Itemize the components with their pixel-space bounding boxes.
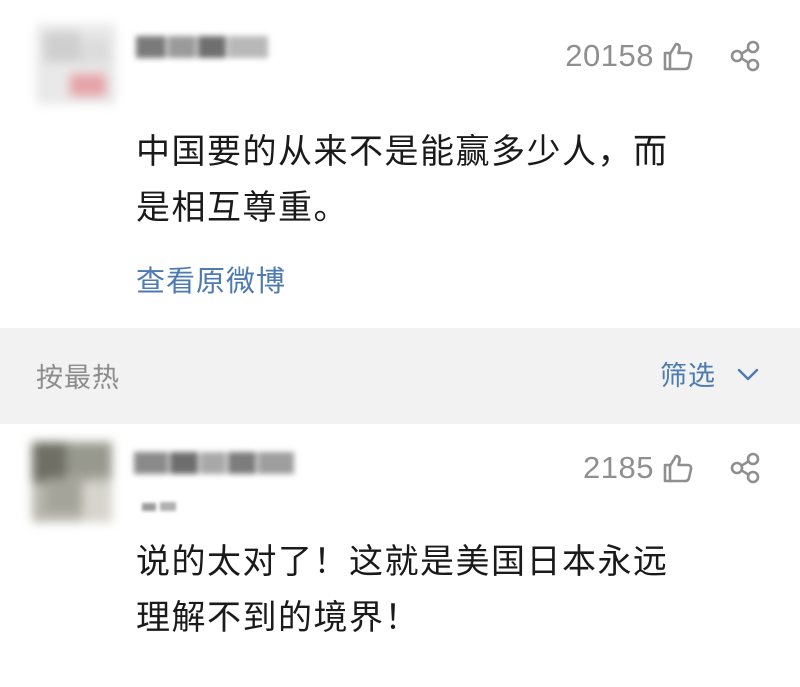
sort-bar: 按最热 筛选 (0, 328, 800, 424)
share-icon[interactable] (728, 39, 762, 73)
comment-text-line: 是相互尊重。 (136, 188, 349, 228)
sort-by-hot-label[interactable]: 按最热 (36, 356, 120, 395)
comment-meta: 2185 (583, 450, 762, 486)
comment-card-2: 2185 说的太对了！这就是美国日本永远 理解不到的境界！ (0, 424, 800, 687)
comment-text-line: 中国要的从来不是能赢多少人，而 (136, 132, 669, 172)
filter-label: 筛选 (660, 361, 716, 392)
comment-text-line: 说的太对了！这就是美国日本永远 (136, 542, 669, 582)
thumbs-up-icon[interactable] (662, 40, 694, 72)
like-count: 20158 (565, 38, 654, 73)
like-count: 2185 (583, 450, 654, 485)
comment-meta: 20158 (565, 38, 762, 74)
comment-text: 说的太对了！这就是美国日本永远 理解不到的境界！ (136, 534, 756, 646)
username[interactable] (136, 36, 268, 58)
comment-text: 中国要的从来不是能赢多少人，而 是相互尊重。 (136, 124, 756, 236)
thumbs-up-icon[interactable] (662, 452, 694, 484)
username[interactable] (134, 452, 294, 474)
share-icon[interactable] (728, 451, 762, 485)
comment-feed: 20158 中国要的从来不是能赢多少人，而 是相互尊重。 查看原微博 按最热 筛… (0, 0, 800, 687)
filter-button[interactable]: 筛选 (660, 354, 762, 393)
avatar[interactable] (32, 442, 112, 522)
comment-card-1: 20158 中国要的从来不是能赢多少人，而 是相互尊重。 查看原微博 (0, 0, 800, 328)
view-original-weibo-link[interactable]: 查看原微博 (136, 258, 286, 300)
chevron-down-icon (734, 360, 762, 388)
redacted-text-fragment (140, 498, 180, 511)
avatar[interactable] (36, 24, 116, 104)
comment-text-line: 理解不到的境界！ (136, 598, 420, 638)
